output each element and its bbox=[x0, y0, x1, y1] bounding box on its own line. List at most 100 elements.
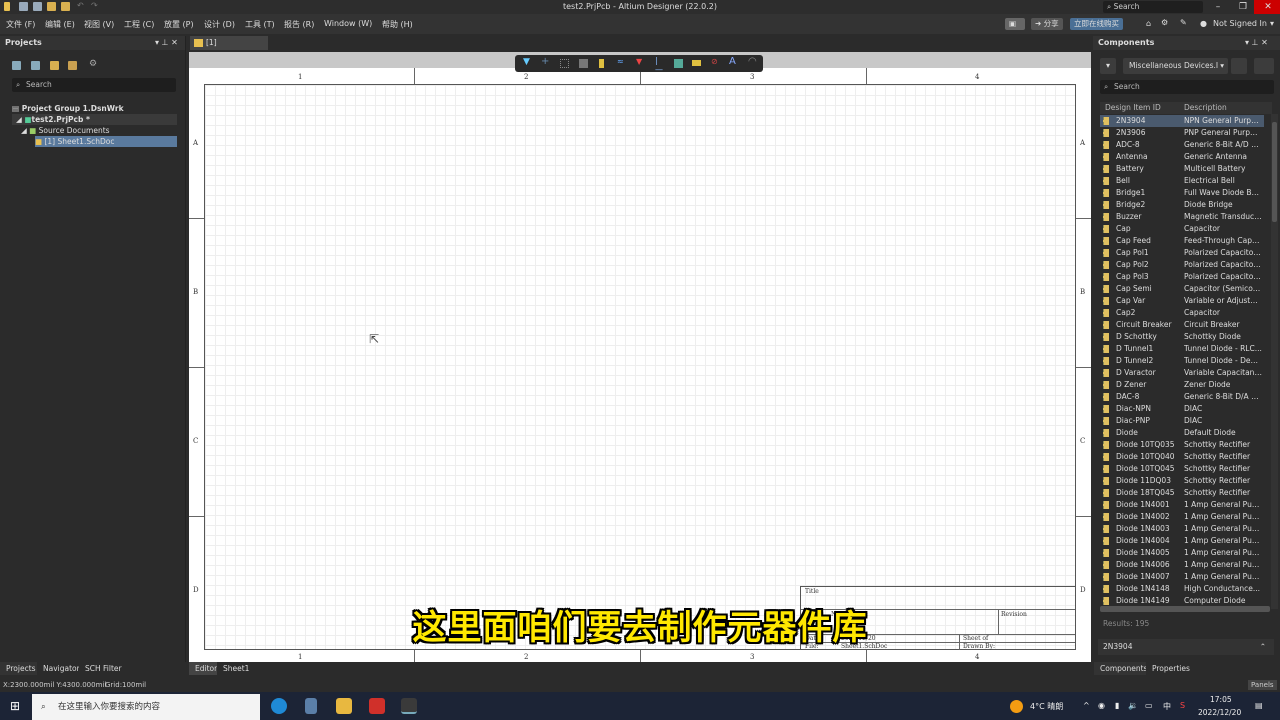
tray-chevron-icon[interactable]: ^ bbox=[1083, 701, 1090, 710]
move-icon[interactable]: + bbox=[541, 56, 550, 67]
network-app-icon[interactable]: ◉ bbox=[1098, 701, 1105, 710]
component-row[interactable]: Bell Electrical Bell bbox=[1100, 175, 1264, 187]
user-menu[interactable]: Not Signed In bbox=[1213, 19, 1267, 28]
component-row[interactable]: Diode 1N4001 1 Amp General Purp... bbox=[1100, 499, 1264, 511]
component-row[interactable]: Antenna Generic Antenna bbox=[1100, 151, 1264, 163]
feedback-button[interactable]: ▣ bbox=[1005, 18, 1025, 30]
scrollbar-thumb[interactable] bbox=[1272, 122, 1277, 222]
menu-tools[interactable]: 工具 (T) bbox=[245, 19, 275, 30]
column-design-item-id[interactable]: Design Item ID bbox=[1105, 102, 1161, 114]
panel-controls-icon[interactable]: ▾ ⊥ ✕ bbox=[155, 36, 178, 50]
component-row[interactable]: Bridge2 Diode Bridge bbox=[1100, 199, 1264, 211]
tab-properties[interactable]: Properties bbox=[1146, 662, 1196, 675]
buy-online-button[interactable]: 立即在线购买 bbox=[1070, 18, 1123, 30]
tab-sheet1[interactable]: Sheet1 bbox=[217, 662, 256, 675]
component-row[interactable]: Cap Var Variable or Adjustab... bbox=[1100, 295, 1264, 307]
tree-source-documents[interactable]: ◢ ■ Source Documents bbox=[21, 125, 110, 136]
select-icon[interactable] bbox=[560, 59, 569, 68]
power-port-icon[interactable]: ▼ bbox=[636, 57, 645, 66]
tab-projects[interactable]: Projects bbox=[0, 662, 42, 675]
taskbar-search-input[interactable]: ⌕ 在这里输入你要搜索的内容 bbox=[32, 694, 260, 720]
component-row[interactable]: Diode 10TQ040 Schottky Rectifier bbox=[1100, 451, 1264, 463]
menu-file[interactable]: 文件 (F) bbox=[6, 19, 35, 30]
filter-icon[interactable]: ▼ bbox=[523, 57, 532, 67]
global-search-input[interactable]: ⌕ Search bbox=[1103, 1, 1203, 13]
component-row[interactable]: Buzzer Magnetic Transduce... bbox=[1100, 211, 1264, 223]
component-row[interactable]: Diode 10TQ045 Schottky Rectifier bbox=[1100, 463, 1264, 475]
menu-view[interactable]: 视图 (V) bbox=[84, 19, 114, 30]
tree-sheet1[interactable]: ■ [1] Sheet1.SchDoc bbox=[35, 136, 177, 147]
sheet-symbol-icon[interactable] bbox=[674, 59, 683, 68]
component-row[interactable]: D Tunnel2 Tunnel Diode - Dep... bbox=[1100, 355, 1264, 367]
menu-reports[interactable]: 报告 (R) bbox=[284, 19, 314, 30]
home-icon[interactable]: ⌂ bbox=[1146, 19, 1151, 28]
notifications-icon[interactable]: ✎ bbox=[1180, 18, 1187, 27]
calculator-icon[interactable] bbox=[305, 698, 317, 714]
component-row[interactable]: Diode 1N4002 1 Amp General Purp... bbox=[1100, 511, 1264, 523]
component-row[interactable]: 2N3904 NPN General Purpos... bbox=[1100, 115, 1264, 127]
component-row[interactable]: Diode 1N4148 High Conductance... bbox=[1100, 583, 1264, 595]
save-project-icon[interactable] bbox=[12, 61, 21, 70]
close-button[interactable]: ✕ bbox=[1254, 0, 1280, 14]
component-row[interactable]: Diode 11DQ03 Schottky Rectifier bbox=[1100, 475, 1264, 487]
menu-window[interactable]: Window (W) bbox=[324, 19, 372, 28]
component-row[interactable]: Diode 1N4003 1 Amp General Purp... bbox=[1100, 523, 1264, 535]
microphone-icon[interactable]: ▮ bbox=[1115, 701, 1119, 710]
menu-help[interactable]: 帮助 (H) bbox=[382, 19, 413, 30]
file-explorer-icon[interactable] bbox=[336, 698, 352, 714]
network-icon[interactable]: ▭ bbox=[1145, 701, 1153, 710]
menu-edit[interactable]: 编辑 (E) bbox=[45, 19, 75, 30]
details-toggle-button[interactable] bbox=[1254, 58, 1274, 74]
components-search-input[interactable]: ⌕ Search bbox=[1100, 80, 1274, 94]
tree-project[interactable]: ◢ ■test2.PrjPcb * bbox=[12, 114, 177, 125]
gear-icon[interactable]: ⚙ bbox=[89, 59, 97, 69]
component-row[interactable]: Diode 10TQ035 Schottky Rectifier bbox=[1100, 439, 1264, 451]
tree-project-group[interactable]: ▤ Project Group 1.DsnWrk bbox=[12, 103, 124, 114]
menu-place[interactable]: 放置 (P) bbox=[164, 19, 194, 30]
minimize-button[interactable]: – bbox=[1204, 0, 1232, 14]
volume-icon[interactable]: 🔉 bbox=[1128, 701, 1138, 710]
component-row[interactable]: Cap Pol2 Polarized Capacitor... bbox=[1100, 259, 1264, 271]
bus-icon[interactable]: |— bbox=[655, 56, 664, 74]
list-scrollbar[interactable] bbox=[1271, 114, 1278, 609]
no-erc-icon[interactable]: ⊘ bbox=[711, 57, 720, 66]
selected-component-details[interactable]: 2N3904 ⌃ bbox=[1098, 639, 1274, 655]
folder-settings-icon[interactable] bbox=[68, 61, 77, 70]
arc-icon[interactable]: ◠ bbox=[748, 56, 757, 67]
component-row[interactable]: Cap Pol1 Polarized Capacitor... bbox=[1100, 247, 1264, 259]
wps-icon[interactable] bbox=[369, 698, 385, 714]
component-row[interactable]: Diode 1N4007 1 Amp General Purp... bbox=[1100, 571, 1264, 583]
edge-icon[interactable] bbox=[271, 698, 287, 714]
tab-sch-filter[interactable]: SCH Filter bbox=[79, 662, 128, 675]
component-row[interactable]: D Tunnel1 Tunnel Diode - RLC... bbox=[1100, 343, 1264, 355]
panels-button[interactable]: Panels bbox=[1248, 680, 1277, 690]
component-row[interactable]: Diode 18TQ045 Schottky Rectifier bbox=[1100, 487, 1264, 499]
sogou-icon[interactable]: S bbox=[1180, 701, 1185, 710]
altium-icon[interactable] bbox=[401, 698, 417, 714]
component-row[interactable]: Diac-PNP DIAC bbox=[1100, 415, 1264, 427]
align-icon[interactable] bbox=[579, 59, 588, 68]
menu-project[interactable]: 工程 (C) bbox=[124, 19, 154, 30]
gear-icon[interactable]: ⚙ bbox=[1161, 18, 1168, 27]
component-row[interactable]: Battery Multicell Battery bbox=[1100, 163, 1264, 175]
place-part-icon[interactable] bbox=[599, 59, 604, 68]
component-row[interactable]: Diode 1N4005 1 Amp General Purp... bbox=[1100, 547, 1264, 559]
component-row[interactable]: Cap Feed Feed-Through Capa... bbox=[1100, 235, 1264, 247]
column-description[interactable]: Description bbox=[1184, 102, 1227, 114]
component-row[interactable]: Cap2 Capacitor bbox=[1100, 307, 1264, 319]
open-folder-icon[interactable] bbox=[50, 61, 59, 70]
projects-search-input[interactable]: ⌕ Search bbox=[12, 78, 176, 92]
component-row[interactable]: Diode Default Diode bbox=[1100, 427, 1264, 439]
component-row[interactable]: Cap Pol3 Polarized Capacitor... bbox=[1100, 271, 1264, 283]
component-row[interactable]: Diode 1N4006 1 Amp General Purp... bbox=[1100, 559, 1264, 571]
document-tab[interactable]: [1] Sheet1.SchDoc bbox=[190, 36, 268, 61]
windows-start-icon[interactable]: ⊞ bbox=[10, 699, 20, 713]
component-row[interactable]: Diac-NPN DIAC bbox=[1100, 403, 1264, 415]
clock-time[interactable]: 17:05 bbox=[1210, 695, 1232, 704]
component-row[interactable]: ADC-8 Generic 8-Bit A/D Co... bbox=[1100, 139, 1264, 151]
port-icon[interactable] bbox=[692, 60, 701, 66]
component-row[interactable]: Cap Semi Capacitor (Semicon... bbox=[1100, 283, 1264, 295]
compile-icon[interactable] bbox=[31, 61, 40, 70]
component-row[interactable]: D Zener Zener Diode bbox=[1100, 379, 1264, 391]
share-button[interactable]: ➜ 分享 bbox=[1031, 18, 1063, 30]
